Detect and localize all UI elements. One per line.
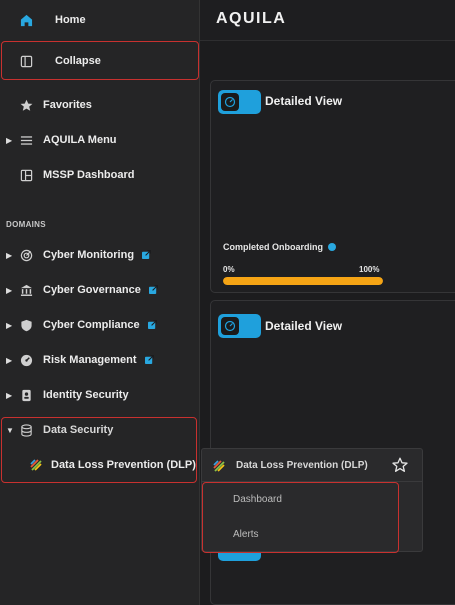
- domains-section-header: DOMAINS: [6, 220, 46, 229]
- onboarding-progress-bar: [223, 277, 383, 285]
- caret-right-icon: ▶: [6, 250, 13, 260]
- external-link-icon[interactable]: [148, 285, 158, 294]
- sidebar: Home Collapse Favorites ▶ AQUILA Menu MS…: [0, 0, 200, 605]
- domain-label: Cyber Compliance: [43, 319, 140, 331]
- external-link-icon[interactable]: [144, 355, 154, 364]
- sidebar-item-mssp-dashboard[interactable]: MSSP Dashboard: [0, 160, 200, 190]
- sidebar-subitem-dlp[interactable]: Data Loss Prevention (DLP): [0, 450, 200, 480]
- sidebar-item-favorites[interactable]: Favorites: [0, 90, 200, 120]
- dashboard-layout-icon: [18, 167, 34, 183]
- sidebar-item-label: Collapse: [55, 55, 101, 67]
- caret-right-icon: ▶: [6, 285, 13, 295]
- sidebar-item-cyber-compliance[interactable]: ▶ Cyber Compliance: [0, 310, 200, 340]
- sidebar-item-aquila-menu[interactable]: ▶ AQUILA Menu: [0, 125, 200, 155]
- flyout-item-dashboard[interactable]: Dashboard: [233, 494, 282, 505]
- gauge-icon: [18, 352, 34, 368]
- radar-icon: [18, 247, 34, 263]
- sidebar-item-home[interactable]: Home: [0, 5, 200, 35]
- view-toggle[interactable]: [218, 314, 261, 338]
- detailed-view-card-1: Detailed View: [210, 80, 455, 293]
- sidebar-item-label: MSSP Dashboard: [43, 169, 135, 181]
- dlp-flyout-menu: Data Loss Prevention (DLP) Dashboard Ale…: [201, 448, 423, 553]
- sidebar-item-label: Data Loss Prevention (DLP): [51, 459, 196, 471]
- domain-label: Cyber Monitoring: [43, 249, 135, 261]
- caret-down-icon: ▼: [6, 425, 14, 435]
- view-toggle[interactable]: [218, 90, 261, 114]
- sidebar-item-label: Data Security: [43, 424, 114, 436]
- sidebar-panel-icon: [18, 53, 34, 69]
- flyout-items-highlight: [202, 482, 399, 553]
- caret-right-icon: ▶: [6, 135, 13, 145]
- id-badge-icon: [18, 387, 34, 403]
- favorite-star-icon[interactable]: [392, 457, 408, 478]
- domain-label: Risk Management: [43, 354, 137, 366]
- sidebar-item-label: Cyber Monitoring: [43, 249, 152, 261]
- sidebar-item-label: Cyber Compliance: [43, 319, 157, 331]
- sidebar-item-data-security[interactable]: ▼ Data Security: [0, 415, 200, 445]
- database-icon: [18, 422, 34, 438]
- external-link-icon[interactable]: [142, 250, 152, 259]
- progress-max-label: 100%: [359, 265, 380, 274]
- logo-text: AQUILA: [216, 10, 287, 27]
- info-icon[interactable]: [328, 243, 336, 251]
- gauge-icon: [221, 93, 239, 111]
- onboarding-label-text: Completed Onboarding: [223, 242, 323, 252]
- caret-right-icon: ▶: [6, 320, 13, 330]
- collapse-button[interactable]: Collapse: [0, 46, 200, 76]
- sidebar-item-identity-security[interactable]: ▶ Identity Security: [0, 380, 200, 410]
- sidebar-item-label: AQUILA Menu: [43, 134, 117, 146]
- sidebar-item-label: Home: [55, 14, 86, 26]
- caret-right-icon: ▶: [6, 390, 13, 400]
- shield-icon: [18, 317, 34, 333]
- flyout-header: Data Loss Prevention (DLP): [202, 449, 422, 482]
- flyout-item-alerts[interactable]: Alerts: [233, 529, 259, 540]
- gauge-icon: [221, 317, 239, 335]
- star-icon: [18, 97, 34, 113]
- onboarding-label: Completed Onboarding: [223, 242, 336, 252]
- hamburger-menu-icon: [18, 132, 34, 148]
- bank-building-icon: [18, 282, 34, 298]
- dlp-stripes-icon: [213, 459, 225, 477]
- card-title: Detailed View: [265, 94, 343, 108]
- caret-right-icon: ▶: [6, 355, 13, 365]
- onboarding-progress-fill: [223, 277, 383, 285]
- aquila-logo[interactable]: AQUILA: [216, 10, 286, 28]
- domain-label: Cyber Governance: [43, 284, 141, 296]
- dlp-stripes-icon: [28, 457, 44, 473]
- sidebar-item-label: Identity Security: [43, 389, 129, 401]
- card-title: Detailed View: [265, 319, 343, 333]
- flyout-title: Data Loss Prevention (DLP): [236, 460, 368, 471]
- top-bar: AQUILA: [200, 0, 455, 41]
- sidebar-item-label: Cyber Governance: [43, 284, 158, 296]
- sidebar-item-label: Favorites: [43, 99, 92, 111]
- sidebar-item-cyber-governance[interactable]: ▶ Cyber Governance: [0, 275, 200, 305]
- sidebar-item-risk-management[interactable]: ▶ Risk Management: [0, 345, 200, 375]
- sidebar-item-cyber-monitoring[interactable]: ▶ Cyber Monitoring: [0, 240, 200, 270]
- home-icon: [18, 12, 34, 28]
- progress-min-label: 0%: [223, 265, 235, 274]
- sidebar-item-label: Risk Management: [43, 354, 154, 366]
- external-link-icon[interactable]: [147, 320, 157, 329]
